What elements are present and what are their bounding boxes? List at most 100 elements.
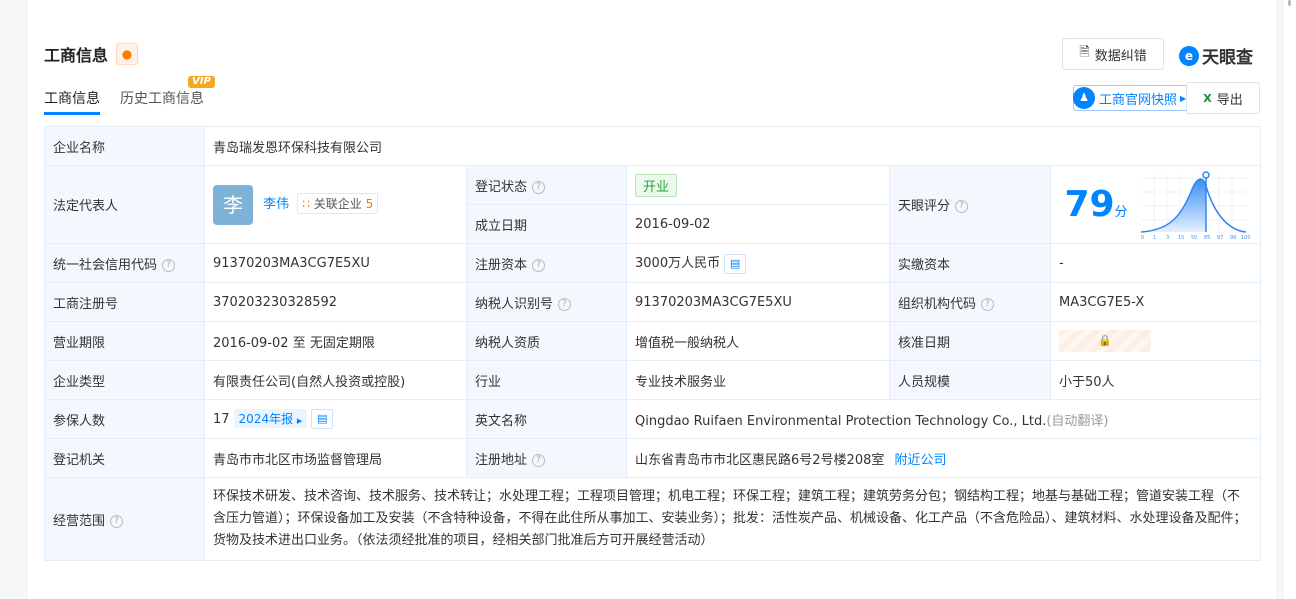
label: 英文名称 — [466, 399, 627, 439]
founded-date: 2016-09-02 — [626, 204, 890, 244]
export-label: 导出 — [1216, 92, 1243, 108]
tab-history-business-info[interactable]: 历史工商信息 — [120, 88, 204, 108]
label-text: 纳税人识别号 — [475, 296, 554, 312]
staff-size: 小于50人 — [1050, 360, 1261, 400]
reg-capital-cell: 3000万人民币 ▤ — [626, 243, 890, 283]
label: 注册地址? — [466, 438, 627, 478]
table-row: 法定代表人 李 李伟 ∷ 关联企业 5 登记状态? 开业 天眼评分? 79分 0… — [44, 165, 1261, 244]
label: 注册资本? — [466, 243, 627, 283]
network-icon: ∷ — [302, 197, 310, 211]
insured-cell: 17 2024年报 ▶ ▤ — [204, 399, 467, 439]
company-type: 有限责任公司(自然人投资或控股) — [204, 360, 467, 400]
score-distribution-chart: 0 1 3 15 50 85 97 99 100 — [1141, 170, 1251, 240]
stamp-icon: ♟ — [1073, 87, 1095, 109]
axis-tick: 15 — [1178, 235, 1184, 240]
registration-authority: 青岛市市北区市场监督管理局 — [204, 438, 467, 478]
lock-icon[interactable]: 🔒 — [1059, 330, 1151, 352]
label-text: 注册资本 — [475, 257, 528, 273]
help-icon[interactable]: ? — [955, 200, 969, 213]
label-text: 天眼评分 — [898, 199, 951, 214]
paid-capital: - — [1050, 243, 1261, 283]
status-cell: 开业 — [626, 165, 890, 205]
taxpayer-qualification: 增值税一般纳税人 — [626, 321, 890, 361]
help-icon[interactable]: ? — [558, 297, 572, 311]
axis-tick: 50 — [1191, 235, 1197, 240]
business-term: 2016-09-02 至 无固定期限 — [204, 321, 467, 361]
data-correction-button[interactable]: 🗎 数据纠错 — [1062, 38, 1164, 70]
excel-icon: X — [1203, 91, 1212, 105]
score-unit: 分 — [1114, 205, 1128, 220]
help-icon[interactable]: ? — [162, 258, 176, 272]
english-name: Qingdao Ruifaen Environmental Protection… — [635, 413, 1047, 429]
brand-name: 天眼查 — [1202, 48, 1253, 68]
label: 组织机构代码? — [889, 282, 1051, 322]
table-row: 企业类型 有限责任公司(自然人投资或控股) 行业 专业技术服务业 人员规模 小于… — [44, 360, 1261, 400]
related-companies-button[interactable]: ∷ 关联企业 5 — [297, 193, 379, 214]
status-badge: 开业 — [635, 173, 678, 197]
table-row: 企业名称 青岛瑞发恩环保科技有限公司 — [44, 126, 1261, 166]
business-info-table: 企业名称 青岛瑞发恩环保科技有限公司 法定代表人 李 李伟 ∷ 关联企业 5 登… — [44, 126, 1261, 561]
credit-code: 91370203MA3CG7E5XU — [204, 243, 467, 283]
help-icon[interactable]: ? — [532, 180, 546, 194]
table-row: 参保人数 17 2024年报 ▶ ▤ 英文名称 Qingdao Ruifaen En… — [44, 399, 1261, 439]
score-marker-dot — [1202, 170, 1210, 179]
approval-date-cell: 🔒 — [1050, 321, 1261, 361]
help-icon[interactable]: ? — [532, 453, 546, 467]
label: 行业 — [466, 360, 627, 400]
label: 企业类型 — [44, 360, 205, 400]
score-value: 79分 — [1051, 184, 1141, 225]
chart-icon[interactable]: ▤ — [724, 253, 747, 274]
help-icon[interactable]: ? — [110, 514, 124, 528]
label-text: 登记状态 — [475, 179, 528, 195]
auto-translate-note: (自动翻译) — [1046, 413, 1109, 429]
score-cell[interactable]: 79分 0 1 3 15 50 85 97 99 100 — [1050, 165, 1261, 244]
industry: 专业技术服务业 — [626, 360, 890, 400]
address-cell: 山东省青岛市市北区惠民路6号2号楼208室 附近公司 — [626, 438, 1261, 478]
help-icon[interactable]: ? — [981, 297, 995, 311]
label: 人员规模 — [889, 360, 1051, 400]
scrollbar-thumb[interactable] — [1288, 0, 1291, 6]
legal-rep-link[interactable]: 李伟 — [263, 197, 289, 212]
nearby-companies-link[interactable]: 附近公司 — [895, 453, 947, 468]
label: 法定代表人 — [44, 165, 205, 244]
label: 纳税人识别号? — [466, 282, 627, 322]
legal-rep-cell: 李 李伟 ∷ 关联企业 5 — [204, 165, 467, 244]
related-count: 5 — [365, 197, 374, 211]
label: 经营范围? — [44, 477, 205, 561]
table-row: 经营范围? 环保技术研发、技术咨询、技术服务、技术转让；水处理工程；工程项目管理… — [44, 477, 1261, 561]
label: 登记状态? — [466, 165, 627, 205]
label: 参保人数 — [44, 399, 205, 439]
caret-right-icon: ▶ — [296, 416, 303, 425]
bell-icon[interactable]: ● — [116, 43, 138, 65]
chart-icon[interactable]: ▤ — [311, 409, 334, 430]
axis-tick: 99 — [1230, 235, 1236, 240]
data-correction-label: 数据纠错 — [1094, 48, 1147, 64]
label: 天眼评分? — [889, 165, 1051, 244]
export-button[interactable]: X 导出 — [1186, 82, 1260, 114]
reg-capital: 3000万人民币 — [635, 256, 721, 272]
taxpayer-id: 91370203MA3CG7E5XU — [626, 282, 890, 322]
snapshot-label: 工商官网快照 — [1099, 92, 1178, 108]
axis-tick: 0 — [1141, 235, 1144, 240]
tianyancha-logo: e 天眼查 — [1179, 43, 1253, 68]
company-name: 青岛瑞发恩环保科技有限公司 — [204, 126, 1261, 166]
table-row: 营业期限 2016-09-02 至 无固定期限 纳税人资质 增值税一般纳税人 核… — [44, 321, 1261, 361]
label-text: 组织机构代码 — [898, 296, 977, 312]
vip-badge: VIP — [188, 76, 215, 88]
axis-tick: 3 — [1166, 235, 1169, 240]
label: 成立日期 — [466, 204, 627, 244]
related-label: 关联企业 — [313, 197, 362, 211]
score-number: 79 — [1064, 184, 1115, 225]
label: 营业期限 — [44, 321, 205, 361]
tab-business-info[interactable]: 工商信息 — [44, 88, 100, 115]
annual-report-link[interactable]: 2024年报 ▶ — [233, 408, 308, 428]
business-info-card: 工商信息 ● 工商信息 历史工商信息 VIP 🗎 数据纠错 e 天眼查 ♟ 工商官网快… — [28, 0, 1276, 599]
table-row: 工商注册号 370203230328592 纳税人识别号? 91370203MA… — [44, 282, 1261, 322]
label: 统一社会信用代码? — [44, 243, 205, 283]
official-snapshot-button[interactable]: ♟ 工商官网快照 ▶ — [1073, 85, 1201, 111]
axis-tick: 97 — [1217, 235, 1223, 240]
scrollbar[interactable] — [1284, 0, 1296, 599]
avatar: 李 — [213, 184, 253, 225]
help-icon[interactable]: ? — [532, 258, 546, 272]
org-code: MA3CG7E5-X — [1050, 282, 1261, 322]
